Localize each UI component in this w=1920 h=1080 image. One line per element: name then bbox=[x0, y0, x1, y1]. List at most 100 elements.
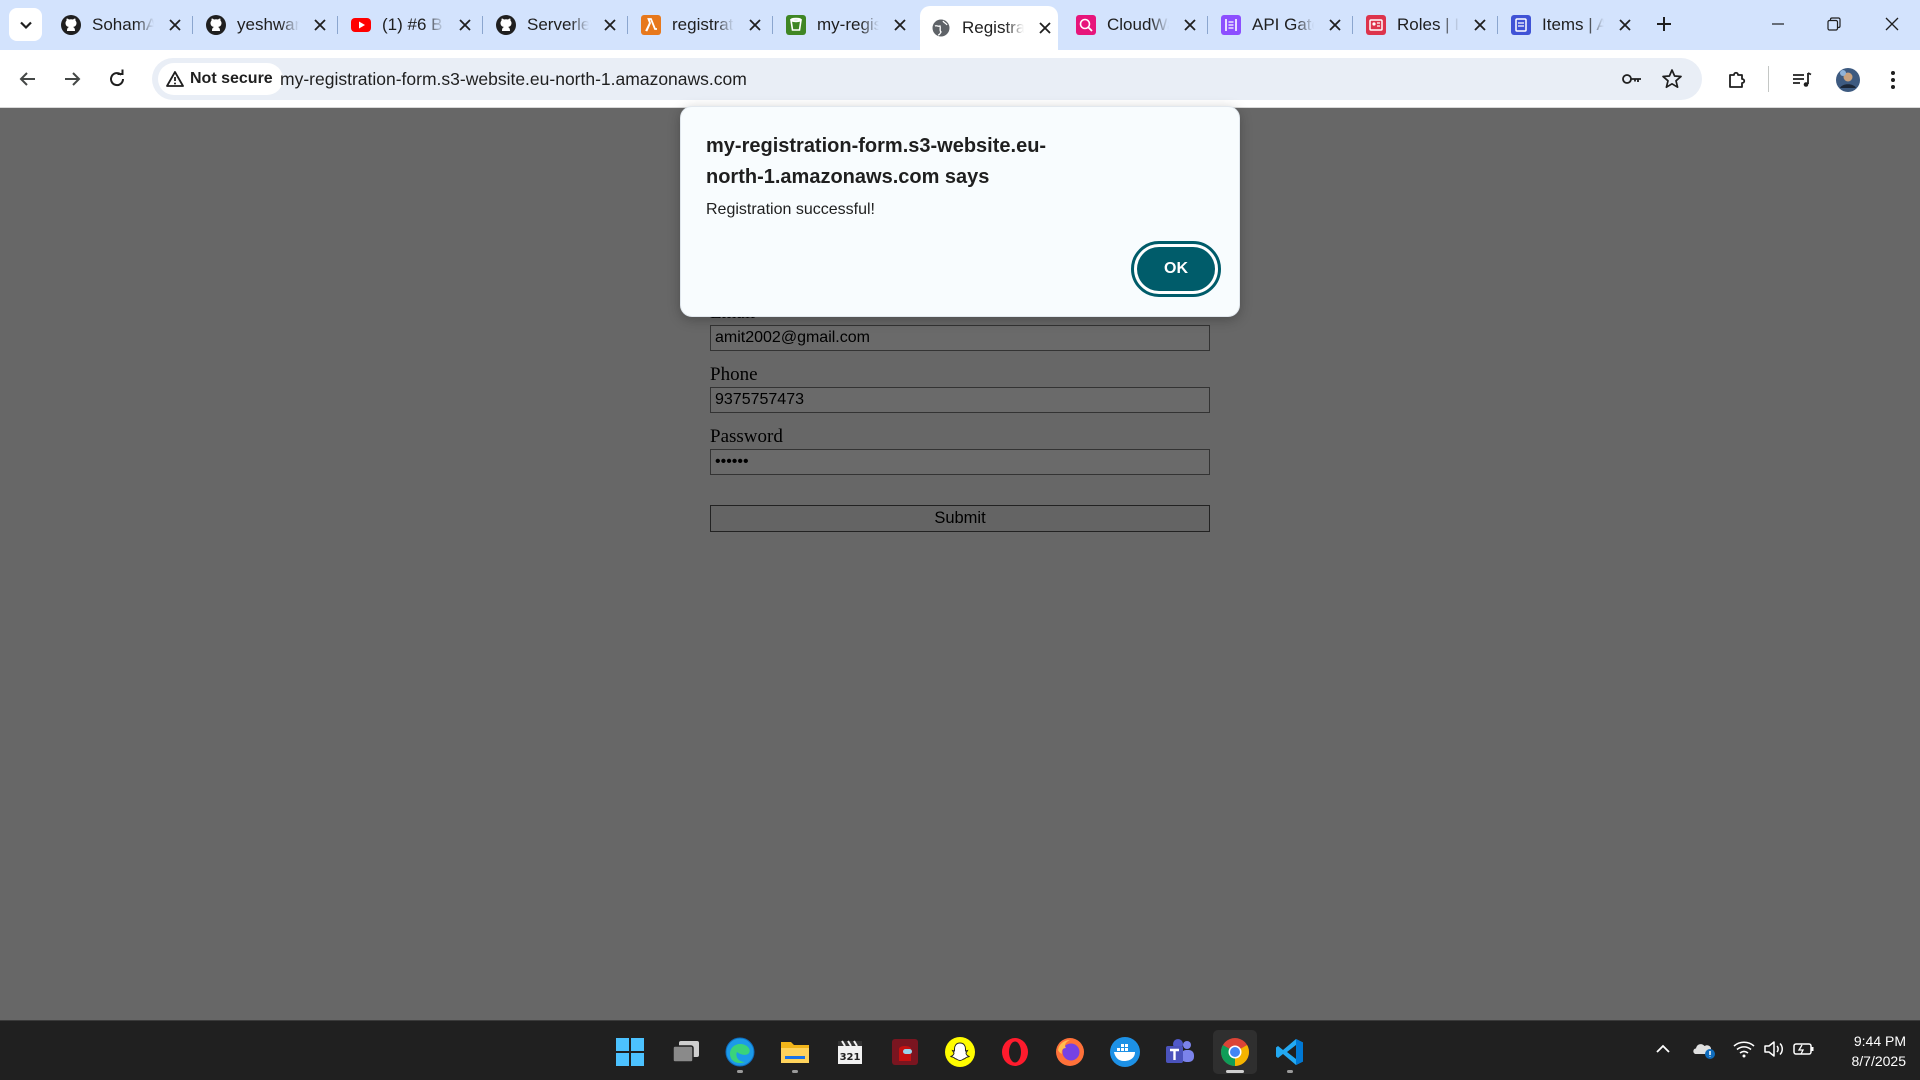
tab-dynamodb-items[interactable]: Items | A bbox=[1500, 8, 1636, 41]
submit-button[interactable]: Submit bbox=[710, 505, 1210, 532]
taskbar-file-explorer[interactable] bbox=[773, 1030, 817, 1074]
menu-kebab-icon[interactable] bbox=[1877, 64, 1909, 96]
task-view-icon bbox=[672, 1041, 699, 1063]
youtube-icon bbox=[350, 14, 372, 36]
minimize-button[interactable] bbox=[1750, 0, 1806, 48]
arrow-left-icon bbox=[19, 72, 35, 86]
url-text[interactable]: my-registration-form.s3-website.eu-north… bbox=[280, 69, 747, 90]
phone-group: Phone 9375757473 bbox=[710, 364, 1210, 413]
docker-icon bbox=[1110, 1037, 1140, 1067]
close-window-button[interactable] bbox=[1864, 0, 1920, 48]
back-button[interactable] bbox=[9, 60, 47, 98]
close-icon[interactable] bbox=[1034, 17, 1056, 39]
close-icon[interactable] bbox=[744, 14, 766, 36]
tab-sohama[interactable]: SohamA bbox=[50, 8, 186, 41]
wifi-icon[interactable] bbox=[1730, 1035, 1758, 1063]
dynamodb-icon bbox=[1510, 14, 1532, 36]
taskbar-snapchat[interactable] bbox=[938, 1030, 982, 1074]
close-icon[interactable] bbox=[309, 14, 331, 36]
onedrive-icon[interactable] bbox=[1690, 1035, 1718, 1063]
clapperboard-icon: 321 bbox=[838, 1040, 862, 1064]
tab-lambda[interactable]: registrat bbox=[630, 8, 766, 41]
running-indicator bbox=[792, 1070, 798, 1073]
close-icon[interactable] bbox=[1324, 14, 1346, 36]
taskbar-docker[interactable] bbox=[1103, 1030, 1147, 1074]
media-controls-icon[interactable] bbox=[1786, 64, 1818, 96]
tab-yeshwan[interactable]: yeshwan bbox=[195, 8, 331, 41]
volume-icon[interactable] bbox=[1760, 1035, 1788, 1063]
taskbar-game-app[interactable] bbox=[883, 1030, 927, 1074]
new-tab-button[interactable] bbox=[1650, 10, 1678, 38]
restore-button[interactable] bbox=[1806, 0, 1862, 48]
tab-serverless[interactable]: Serverle bbox=[485, 8, 621, 41]
close-icon[interactable] bbox=[164, 14, 186, 36]
password-key-icon[interactable] bbox=[1618, 65, 1646, 93]
start-button[interactable] bbox=[608, 1030, 652, 1074]
tab-divider bbox=[1352, 16, 1353, 34]
close-icon[interactable] bbox=[599, 14, 621, 36]
profile-avatar[interactable] bbox=[1832, 64, 1864, 96]
taskbar-media-app[interactable]: 321 bbox=[828, 1030, 872, 1074]
phone-field[interactable]: 9375757473 bbox=[710, 387, 1210, 413]
taskbar-opera[interactable] bbox=[993, 1030, 1037, 1074]
battery-icon[interactable] bbox=[1790, 1035, 1818, 1063]
running-indicator bbox=[1287, 1070, 1293, 1073]
clock-time: 9:44 PM bbox=[1853, 1033, 1906, 1049]
tab-divider bbox=[1207, 16, 1208, 34]
vscode-icon bbox=[1276, 1039, 1303, 1065]
password-label: Password bbox=[710, 426, 783, 447]
email-field[interactable]: amit2002@gmail.com bbox=[710, 325, 1210, 351]
task-view-button[interactable] bbox=[664, 1030, 708, 1074]
tab-title: API Gate bbox=[1252, 14, 1314, 34]
security-indicator[interactable]: Not secure bbox=[158, 63, 283, 95]
tab-registration-active[interactable]: Registrat bbox=[920, 6, 1058, 50]
tab-title: (1) #6 Bu bbox=[382, 14, 444, 34]
close-icon[interactable] bbox=[1179, 14, 1201, 36]
close-icon[interactable] bbox=[1469, 14, 1491, 36]
browser-toolbar: Not secure my-registration-form.s3-websi… bbox=[0, 50, 1920, 108]
close-icon bbox=[1885, 17, 1899, 31]
password-field[interactable]: •••••• bbox=[710, 449, 1210, 475]
taskbar-edge[interactable] bbox=[718, 1030, 762, 1074]
teams-icon bbox=[1166, 1039, 1194, 1063]
forward-button[interactable] bbox=[53, 60, 91, 98]
iam-icon bbox=[1365, 14, 1387, 36]
taskbar-chrome[interactable] bbox=[1213, 1030, 1257, 1074]
bookmark-star-icon[interactable] bbox=[1658, 65, 1686, 93]
reload-button[interactable] bbox=[98, 60, 136, 98]
ok-button-label: OK bbox=[1137, 247, 1215, 291]
tab-divider bbox=[337, 16, 338, 34]
reload-icon bbox=[110, 69, 125, 87]
chevron-up-icon bbox=[1656, 1044, 1670, 1053]
close-icon[interactable] bbox=[1614, 14, 1636, 36]
tab-strip: SohamA yeshwan (1) #6 Bu Serverle regist… bbox=[0, 0, 1920, 50]
tab-divider bbox=[1497, 16, 1498, 34]
taskbar-vscode[interactable] bbox=[1268, 1030, 1312, 1074]
tab-iam-roles[interactable]: Roles | IA bbox=[1355, 8, 1491, 41]
ok-button[interactable]: OK bbox=[1131, 241, 1221, 297]
taskbar-firefox[interactable] bbox=[1048, 1030, 1092, 1074]
toolbar-divider bbox=[1768, 66, 1769, 92]
windows-logo-icon bbox=[616, 1038, 644, 1066]
address-bar[interactable]: Not secure my-registration-form.s3-websi… bbox=[152, 58, 1702, 100]
close-icon[interactable] bbox=[454, 14, 476, 36]
tab-api-gateway[interactable]: API Gate bbox=[1210, 8, 1346, 41]
extensions-icon[interactable] bbox=[1721, 64, 1753, 96]
github-icon bbox=[205, 14, 227, 36]
close-icon[interactable] bbox=[889, 14, 911, 36]
aws-lambda-icon bbox=[640, 14, 662, 36]
system-clock[interactable]: 9:44 PM 8/7/2025 bbox=[1818, 1031, 1907, 1071]
dialog-title: my-registration-form.s3-website.eu-north… bbox=[706, 135, 1047, 188]
running-indicator bbox=[737, 1070, 743, 1073]
tab-search-button[interactable] bbox=[9, 8, 42, 41]
tab-divider bbox=[192, 16, 193, 34]
tab-youtube[interactable]: (1) #6 Bu bbox=[340, 8, 476, 41]
github-icon bbox=[495, 14, 517, 36]
tab-title: CloudWa bbox=[1107, 14, 1169, 34]
show-hidden-icons-button[interactable] bbox=[1649, 1035, 1677, 1063]
cloudwatch-icon bbox=[1075, 14, 1097, 36]
tab-title: Registrat bbox=[962, 18, 1024, 37]
tab-s3-bucket[interactable]: my-regis bbox=[775, 8, 911, 41]
taskbar-teams[interactable] bbox=[1158, 1030, 1202, 1074]
tab-cloudwatch[interactable]: CloudWa bbox=[1065, 8, 1201, 41]
